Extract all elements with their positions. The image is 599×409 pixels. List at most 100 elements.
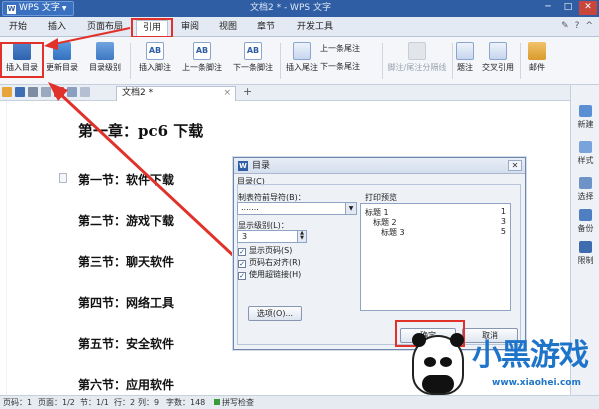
cross-ref-label: 交叉引用	[482, 63, 514, 72]
next-footnote-button[interactable]: AB 下一条脚注	[228, 42, 278, 73]
highlight-box-insert-toc	[0, 42, 44, 78]
tab-developer[interactable]: 开发工具	[290, 20, 340, 36]
minimize-icon[interactable]: ─	[539, 1, 557, 15]
backup-icon	[579, 209, 592, 221]
paragraph-mark-icon	[59, 173, 67, 183]
tab-review[interactable]: 审阅	[176, 20, 204, 36]
status-page-number: 页码：1	[3, 398, 33, 407]
document-tab[interactable]: 文档2 * ×	[116, 86, 236, 101]
preview-page: 5	[500, 227, 506, 236]
close-icon[interactable]: ✕	[579, 1, 597, 15]
update-toc-button[interactable]: 更新目录	[43, 42, 81, 73]
status-section: 节：1/1	[80, 398, 109, 407]
status-row: 行：2	[114, 398, 136, 407]
next-footnote-label: 下一条脚注	[233, 63, 273, 72]
next-footnote-icon: AB	[244, 42, 262, 60]
close-tab-icon[interactable]: ×	[223, 87, 231, 100]
prev-footnote-label: 上一条脚注	[182, 63, 222, 72]
print-preview-icon[interactable]	[41, 87, 51, 97]
maximize-icon[interactable]: □	[559, 1, 577, 15]
separator-label: 脚注/尾注分隔线	[387, 63, 447, 72]
toc-level-label: 目录级别	[89, 63, 121, 72]
panel-restrict-label: 限制	[577, 256, 594, 265]
chevron-down-icon: ▼	[61, 5, 67, 12]
panel-style-button[interactable]: 样式	[571, 141, 599, 166]
preview-page: 1	[500, 207, 506, 216]
section-heading: 第一节：软件下载	[78, 173, 175, 187]
panel-backup-button[interactable]: 备份	[571, 209, 599, 234]
panda-logo-icon	[412, 333, 464, 395]
tab-start[interactable]: 开始	[4, 20, 32, 36]
endnote-icon	[293, 42, 311, 60]
checkbox-checked-icon: ✓	[238, 248, 246, 256]
mail-icon	[528, 42, 546, 60]
tab-page-layout[interactable]: 页面布局	[80, 20, 130, 36]
export-pdf-icon[interactable]	[54, 87, 64, 97]
print-icon[interactable]	[28, 87, 38, 97]
section-heading: 第五节：安全软件	[78, 337, 175, 351]
cross-ref-button[interactable]: 交叉引用	[478, 42, 518, 73]
spell-check-label: 拼写检查	[222, 398, 254, 407]
leader-select[interactable]: ....... ▼	[237, 202, 357, 215]
quick-access-bar: 文档2 * × +	[0, 85, 570, 101]
insert-endnote-button[interactable]: 插入尾注	[282, 42, 322, 73]
new-tab-icon[interactable]: +	[243, 85, 252, 99]
save-icon[interactable]	[15, 87, 25, 97]
toc-dialog: W 目录 ✕ 目录(C) 制表符前导符(B)： ....... ▼ 打印预览 标…	[233, 157, 526, 350]
dialog-title-bar: W 目录 ✕	[234, 158, 525, 174]
spinner-arrows-icon[interactable]: ▲ ▼	[297, 231, 306, 242]
update-toc-label: 更新目录	[46, 63, 78, 72]
dialog-close-icon[interactable]: ✕	[508, 160, 522, 171]
collapse-ribbon-icon[interactable]: ^	[585, 21, 593, 31]
wps-logo-icon: W	[238, 161, 248, 171]
tab-view[interactable]: 视图	[214, 20, 242, 36]
new-doc-icon	[579, 105, 592, 117]
use-hyperlinks-checkbox[interactable]: ✓ 使用超链接(H)	[238, 270, 301, 280]
cross-ref-icon	[489, 42, 507, 60]
tab-chapter[interactable]: 章节	[252, 20, 280, 36]
status-word-count[interactable]: 字数：148	[166, 397, 205, 409]
prev-footnote-button[interactable]: AB 上一条脚注	[177, 42, 227, 73]
chevron-down-icon: ▼	[345, 203, 356, 214]
right-align-label: 页码右对齐(R)	[249, 258, 301, 267]
help-icon[interactable]: ?	[575, 21, 580, 31]
chapter-heading: 第一章：pc6 下载	[78, 122, 204, 140]
document-tab-label: 文档2 *	[122, 88, 154, 98]
checkbox-checked-icon: ✓	[238, 272, 246, 280]
separator-line-button[interactable]: 脚注/尾注分隔线	[384, 42, 450, 73]
prev-footnote-icon: AB	[193, 42, 211, 60]
undo-icon[interactable]	[67, 87, 77, 97]
options-button[interactable]: 选项(O)...	[248, 306, 302, 321]
next-endnote-button[interactable]: 下一条尾注	[320, 61, 378, 72]
show-page-numbers-checkbox[interactable]: ✓ 显示页码(S)	[238, 246, 292, 256]
app-menu-label: WPS 文字	[19, 3, 60, 13]
spell-check-icon	[214, 399, 220, 405]
toc-level-button[interactable]: 目录级别	[83, 42, 127, 73]
title-bar: W WPS 文字 ▼ 文档2 * - WPS 文字 ─ □ ✕	[0, 0, 599, 17]
panel-restrict-button[interactable]: 限制	[571, 241, 599, 266]
lock-icon	[579, 241, 592, 253]
next-endnote-label: 下一条尾注	[320, 62, 360, 71]
separator-icon	[408, 42, 426, 60]
open-icon[interactable]	[2, 87, 12, 97]
redo-icon[interactable]	[80, 87, 90, 97]
right-align-checkbox[interactable]: ✓ 页码右对齐(R)	[238, 258, 301, 268]
status-column: 列：9	[138, 398, 160, 407]
app-menu-button[interactable]: W WPS 文字 ▼	[2, 1, 74, 16]
levels-spinner[interactable]: 3 ▲ ▼	[237, 230, 307, 243]
leader-value: .......	[241, 203, 259, 212]
status-spell-check[interactable]: 拼写检查	[214, 397, 254, 409]
section-heading: 第二节：游戏下载	[78, 214, 175, 228]
panel-style-label: 样式	[577, 156, 594, 165]
panel-select-button[interactable]: 选择	[571, 177, 599, 202]
tab-insert[interactable]: 插入	[42, 20, 72, 36]
prev-endnote-button[interactable]: 上一条尾注	[320, 43, 378, 54]
insert-footnote-button[interactable]: AB 插入脚注	[133, 42, 177, 73]
skin-icon[interactable]: ✎	[561, 21, 569, 31]
panel-new-button[interactable]: 新建	[571, 105, 599, 130]
caption-button[interactable]: 题注	[454, 42, 476, 73]
footnote-icon: AB	[146, 42, 164, 60]
mail-button[interactable]: 邮件	[524, 42, 550, 73]
preview-line: 标题 3	[381, 228, 405, 237]
style-icon	[579, 141, 592, 153]
